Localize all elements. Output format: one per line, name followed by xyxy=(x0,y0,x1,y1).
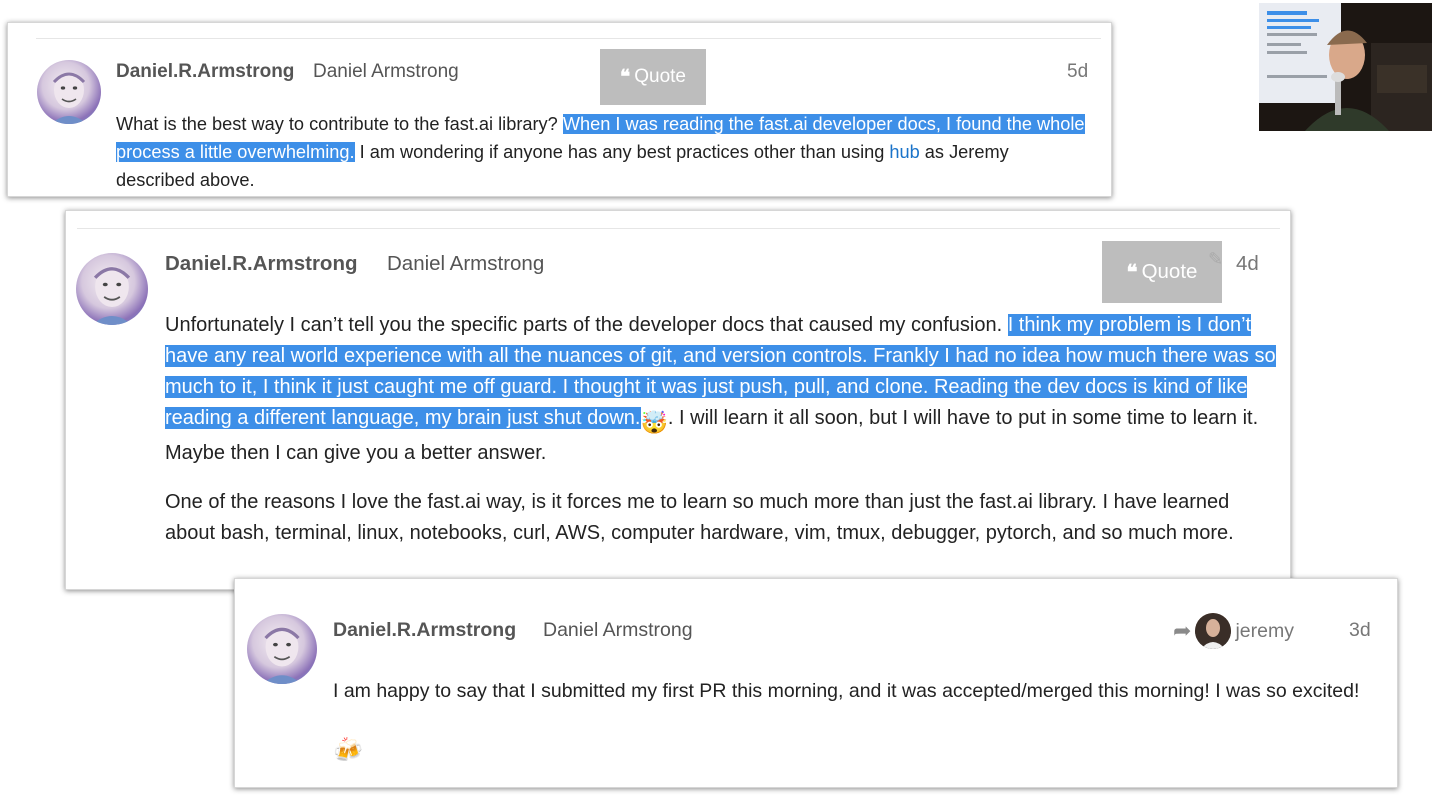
avatar-icon xyxy=(262,627,302,684)
post-body: I am happy to say that I submitted my fi… xyxy=(333,680,1360,702)
quote-button-label: Quote xyxy=(634,66,686,87)
beer-emoji-icon: 🍻 xyxy=(333,737,363,764)
post-body: Unfortunately I can’t tell you the speci… xyxy=(165,310,1277,469)
reply-avatar xyxy=(1195,613,1232,649)
post-username[interactable]: Daniel.R.Armstrong xyxy=(165,252,358,276)
post-body: What is the best way to contribute to th… xyxy=(116,110,1091,194)
post-card-1: Daniel.R.Armstrong Daniel Armstrong ❝ Qu… xyxy=(7,22,1112,197)
quote-button-label: Quote xyxy=(1141,260,1198,283)
post-paragraph: One of the reasons I love the fast.ai wa… xyxy=(165,491,1234,544)
post-card-2: Daniel.R.Armstrong Daniel Armstrong ❝ Qu… xyxy=(65,210,1291,590)
reply-arrow-icon: ➦ xyxy=(1173,618,1192,643)
presenter-image xyxy=(1259,3,1432,131)
post-full-name[interactable]: Daniel Armstrong xyxy=(387,252,544,276)
post-text-segment: I am wondering if anyone has any best pr… xyxy=(354,142,890,162)
avatar-icon xyxy=(51,72,87,124)
post-full-name[interactable]: Daniel Armstrong xyxy=(313,61,459,83)
reply-username: jeremy xyxy=(1235,619,1294,642)
reply-to[interactable]: ➦ jeremy xyxy=(1173,611,1294,651)
quote-button[interactable]: ❝ Quote xyxy=(600,49,706,105)
post-age[interactable]: 5d xyxy=(1067,61,1088,83)
post-text-segment: What is the best way to contribute to th… xyxy=(116,114,563,134)
quote-button[interactable]: ❝ Quote xyxy=(1102,241,1222,303)
post-full-name[interactable]: Daniel Armstrong xyxy=(543,619,693,642)
avatar-icon xyxy=(91,266,133,325)
post-age[interactable]: 3d xyxy=(1349,619,1371,642)
avatar-icon xyxy=(1195,613,1232,649)
quote-icon: ❝ xyxy=(1126,260,1138,284)
avatar[interactable] xyxy=(37,60,101,124)
avatar[interactable] xyxy=(76,253,148,325)
post-divider xyxy=(36,38,1101,39)
quote-icon: ❝ xyxy=(620,66,630,88)
hub-link[interactable]: hub xyxy=(889,142,919,162)
post-text-segment: Unfortunately I can’t tell you the speci… xyxy=(165,314,1008,336)
presenter-video xyxy=(1259,3,1432,131)
post-username[interactable]: Daniel.R.Armstrong xyxy=(116,61,294,83)
avatar[interactable] xyxy=(247,614,317,684)
post-username[interactable]: Daniel.R.Armstrong xyxy=(333,619,516,642)
post-age[interactable]: 4d xyxy=(1236,252,1259,276)
post-card-3: Daniel.R.Armstrong Daniel Armstrong ➦ je… xyxy=(234,578,1398,788)
post-divider xyxy=(77,228,1280,229)
edit-pencil-icon[interactable]: ✎ xyxy=(1208,249,1223,270)
mind-blown-emoji-icon: 🤯 xyxy=(640,410,668,435)
